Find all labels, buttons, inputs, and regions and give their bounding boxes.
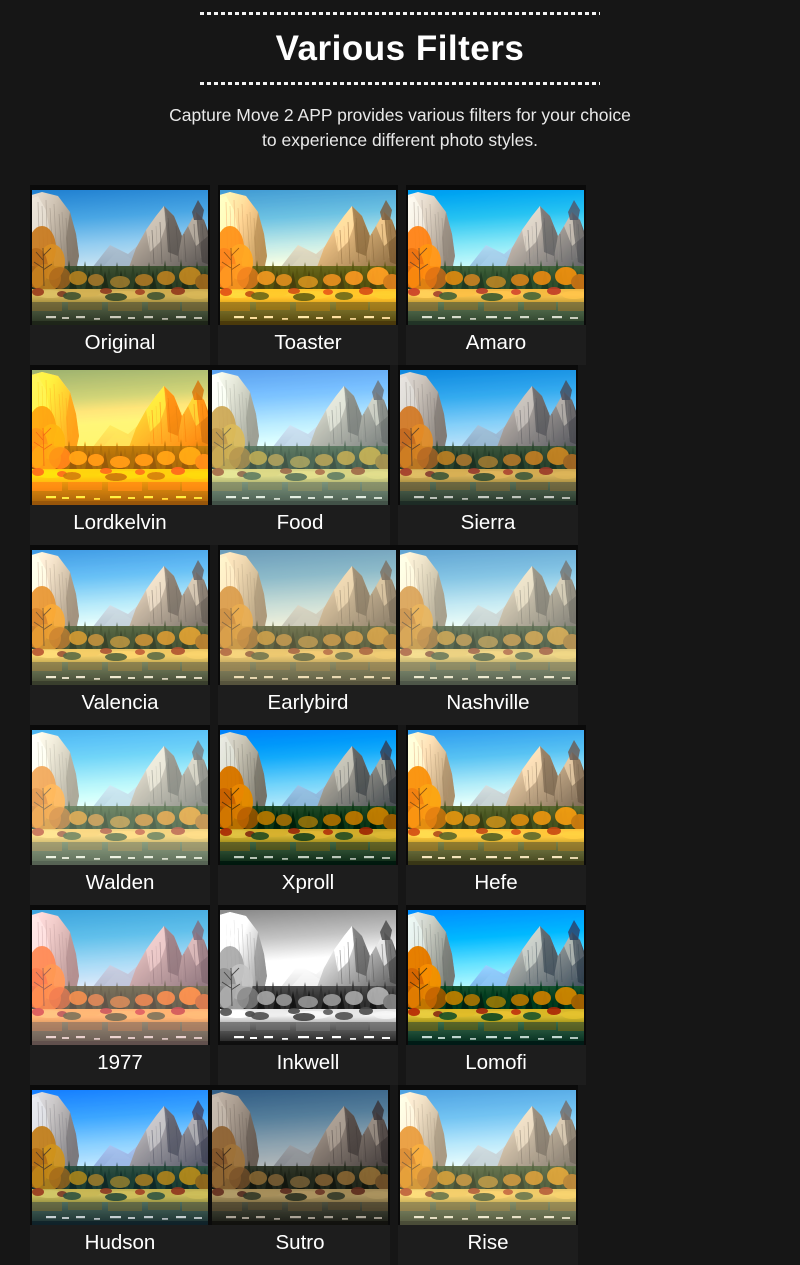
filter-name-label: Xproll bbox=[218, 865, 398, 905]
filter-preview-image bbox=[408, 910, 584, 1045]
filter-tint-overlay bbox=[400, 1090, 576, 1225]
filter-thumbnail[interactable] bbox=[212, 370, 388, 505]
filter-cell[interactable]: Rise bbox=[398, 1085, 578, 1265]
divider-bottom bbox=[200, 82, 600, 85]
filter-name-label: Nashville bbox=[398, 685, 578, 725]
filter-name-label: Amaro bbox=[406, 325, 586, 365]
filter-cell[interactable]: Food bbox=[210, 365, 390, 545]
filter-tint-overlay bbox=[220, 550, 396, 685]
filter-thumbnail[interactable] bbox=[400, 550, 576, 685]
filter-preview-image bbox=[32, 730, 208, 865]
filter-name-label: 1977 bbox=[30, 1045, 210, 1085]
filter-cell[interactable]: Walden bbox=[30, 725, 210, 905]
filter-cell[interactable]: Lordkelvin bbox=[30, 365, 210, 545]
filter-cell[interactable]: Earlybird bbox=[218, 545, 398, 725]
filter-preview-image bbox=[220, 910, 396, 1045]
filter-name-label: Walden bbox=[30, 865, 210, 905]
filter-grid: Original Toaster Amaro Lordkelvin Food S… bbox=[30, 185, 770, 1265]
subtitle-line-2: to experience different photo styles. bbox=[262, 130, 538, 151]
filter-preview-image bbox=[32, 370, 208, 505]
filter-preview-image bbox=[220, 550, 396, 685]
filter-tint-overlay bbox=[32, 370, 208, 505]
filter-name-label: Hefe bbox=[406, 865, 586, 905]
subtitle-line-1: Capture Move 2 APP provides various filt… bbox=[169, 105, 631, 125]
divider-top bbox=[200, 12, 600, 15]
filter-cell[interactable]: Valencia bbox=[30, 545, 210, 725]
filter-thumbnail[interactable] bbox=[32, 1090, 208, 1225]
filter-tint-overlay bbox=[220, 190, 396, 325]
filter-cell[interactable]: Hefe bbox=[406, 725, 586, 905]
filter-thumbnail[interactable] bbox=[32, 550, 208, 685]
filter-tint-overlay bbox=[220, 730, 396, 865]
filter-name-label: Toaster bbox=[218, 325, 398, 365]
filter-name-label: Sierra bbox=[398, 505, 578, 545]
filter-preview-image bbox=[212, 370, 388, 505]
page-title: Various Filters bbox=[275, 29, 525, 68]
filter-name-label: Lordkelvin bbox=[30, 505, 210, 545]
filter-cell[interactable]: Sierra bbox=[398, 365, 578, 545]
filter-preview-image bbox=[212, 1090, 388, 1225]
filter-thumbnail[interactable] bbox=[400, 1090, 576, 1225]
filter-thumbnail[interactable] bbox=[212, 1090, 388, 1225]
filter-thumbnail[interactable] bbox=[408, 910, 584, 1045]
filter-thumbnail[interactable] bbox=[220, 730, 396, 865]
filter-preview-image bbox=[220, 730, 396, 865]
filter-preview-image bbox=[32, 910, 208, 1045]
filter-cell[interactable]: 1977 bbox=[30, 905, 210, 1085]
filter-cell[interactable]: Original bbox=[30, 185, 210, 365]
filter-tint-overlay bbox=[400, 370, 576, 505]
filter-cell[interactable]: Sutro bbox=[210, 1085, 390, 1265]
filter-preview-image bbox=[400, 1090, 576, 1225]
filter-cell[interactable]: Lomofi bbox=[406, 905, 586, 1085]
filter-preview-image bbox=[408, 730, 584, 865]
filter-tint-overlay bbox=[32, 550, 208, 685]
filter-name-label: Earlybird bbox=[218, 685, 398, 725]
page-subtitle: Capture Move 2 APP provides various filt… bbox=[100, 103, 700, 154]
filter-cell[interactable]: Toaster bbox=[218, 185, 398, 365]
filter-preview-image bbox=[32, 190, 208, 325]
filter-tint-overlay bbox=[408, 730, 584, 865]
filter-thumbnail[interactable] bbox=[400, 370, 576, 505]
filter-thumbnail[interactable] bbox=[32, 910, 208, 1045]
page-header: Various Filters Capture Move 2 APP provi… bbox=[0, 0, 800, 154]
filter-thumbnail[interactable] bbox=[32, 370, 208, 505]
filter-tint-overlay bbox=[212, 1090, 388, 1225]
filter-name-label: Food bbox=[210, 505, 390, 545]
filter-thumbnail[interactable] bbox=[408, 190, 584, 325]
filter-cell[interactable]: Nashville bbox=[398, 545, 578, 725]
filter-thumbnail[interactable] bbox=[408, 730, 584, 865]
filter-preview-image bbox=[400, 370, 576, 505]
filter-cell[interactable]: Inkwell bbox=[218, 905, 398, 1085]
filter-name-label: Valencia bbox=[30, 685, 210, 725]
filter-name-label: Hudson bbox=[30, 1225, 210, 1265]
filter-preview-image bbox=[220, 190, 396, 325]
filter-preview-image bbox=[32, 1090, 208, 1225]
filter-tint-overlay bbox=[400, 550, 576, 685]
filter-cell[interactable]: Xproll bbox=[218, 725, 398, 905]
filter-thumbnail[interactable] bbox=[220, 190, 396, 325]
filter-cell[interactable]: Hudson bbox=[30, 1085, 210, 1265]
filter-name-label: Lomofi bbox=[406, 1045, 586, 1085]
filter-tint-overlay bbox=[408, 910, 584, 1045]
filter-preview-image bbox=[400, 550, 576, 685]
filter-preview-image bbox=[32, 550, 208, 685]
filter-cell[interactable]: Amaro bbox=[406, 185, 586, 365]
filter-preview-image bbox=[408, 190, 584, 325]
filter-name-label: Sutro bbox=[210, 1225, 390, 1265]
filter-thumbnail[interactable] bbox=[32, 730, 208, 865]
filter-tint-overlay bbox=[408, 190, 584, 325]
filter-name-label: Inkwell bbox=[218, 1045, 398, 1085]
filter-thumbnail[interactable] bbox=[32, 190, 208, 325]
filter-name-label: Original bbox=[30, 325, 210, 365]
filter-tint-overlay bbox=[212, 370, 388, 505]
filter-tint-overlay bbox=[32, 730, 208, 865]
filter-thumbnail[interactable] bbox=[220, 910, 396, 1045]
filter-thumbnail[interactable] bbox=[220, 550, 396, 685]
filter-name-label: Rise bbox=[398, 1225, 578, 1265]
filter-tint-overlay bbox=[32, 910, 208, 1045]
filter-tint-overlay bbox=[32, 1090, 208, 1225]
